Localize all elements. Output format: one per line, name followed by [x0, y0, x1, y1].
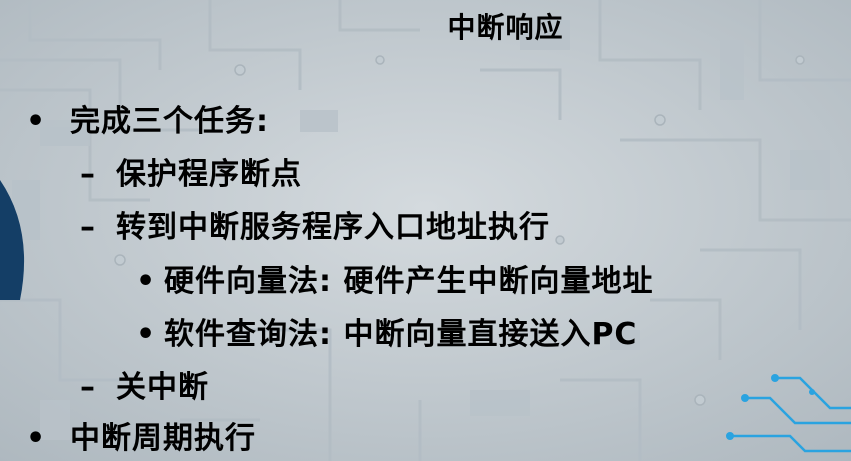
- bullet-text: 转到中断服务程序入口地址执行: [116, 210, 550, 245]
- bullet-level2-goto-isr: – 转到中断服务程序入口地址执行: [80, 202, 550, 246]
- dash-marker: –: [80, 370, 96, 405]
- bullet-marker: •: [136, 264, 157, 299]
- dash-marker: –: [80, 157, 96, 192]
- bullet-text: 中断周期执行: [70, 421, 256, 456]
- bullet-text: 硬件向量法: 硬件产生中断向量地址: [164, 264, 654, 299]
- bullet-level3-hardware-vector: • 硬件向量法: 硬件产生中断向量地址: [136, 256, 653, 300]
- bullet-level3-software-query: • 软件查询法: 中断向量直接送入PC: [136, 309, 637, 353]
- bullet-marker: •: [26, 104, 47, 139]
- slide-title: 中断响应: [447, 11, 564, 44]
- bullet-text: 软件查询法: 中断向量直接送入PC: [164, 317, 638, 352]
- slide-content: 中断响应 • 完成三个任务: – 保护程序断点 – 转到中断服务程序入口地址执行 • 硬…: [0, 0, 851, 461]
- bullet-level1-interrupt-cycle: • 中断周期执行: [26, 413, 256, 457]
- bullet-marker: •: [26, 421, 47, 456]
- bullet-marker: •: [136, 317, 157, 352]
- bullet-level2-disable-interrupt: – 关中断: [80, 362, 209, 406]
- bullet-text: 关中断: [116, 370, 209, 405]
- bullet-text: 完成三个任务:: [70, 104, 269, 139]
- bullet-level2-protect-breakpoint: – 保护程序断点: [80, 149, 302, 193]
- bullet-level1-tasks: • 完成三个任务:: [26, 96, 269, 140]
- dash-marker: –: [80, 210, 96, 245]
- bullet-text: 保护程序断点: [116, 157, 302, 192]
